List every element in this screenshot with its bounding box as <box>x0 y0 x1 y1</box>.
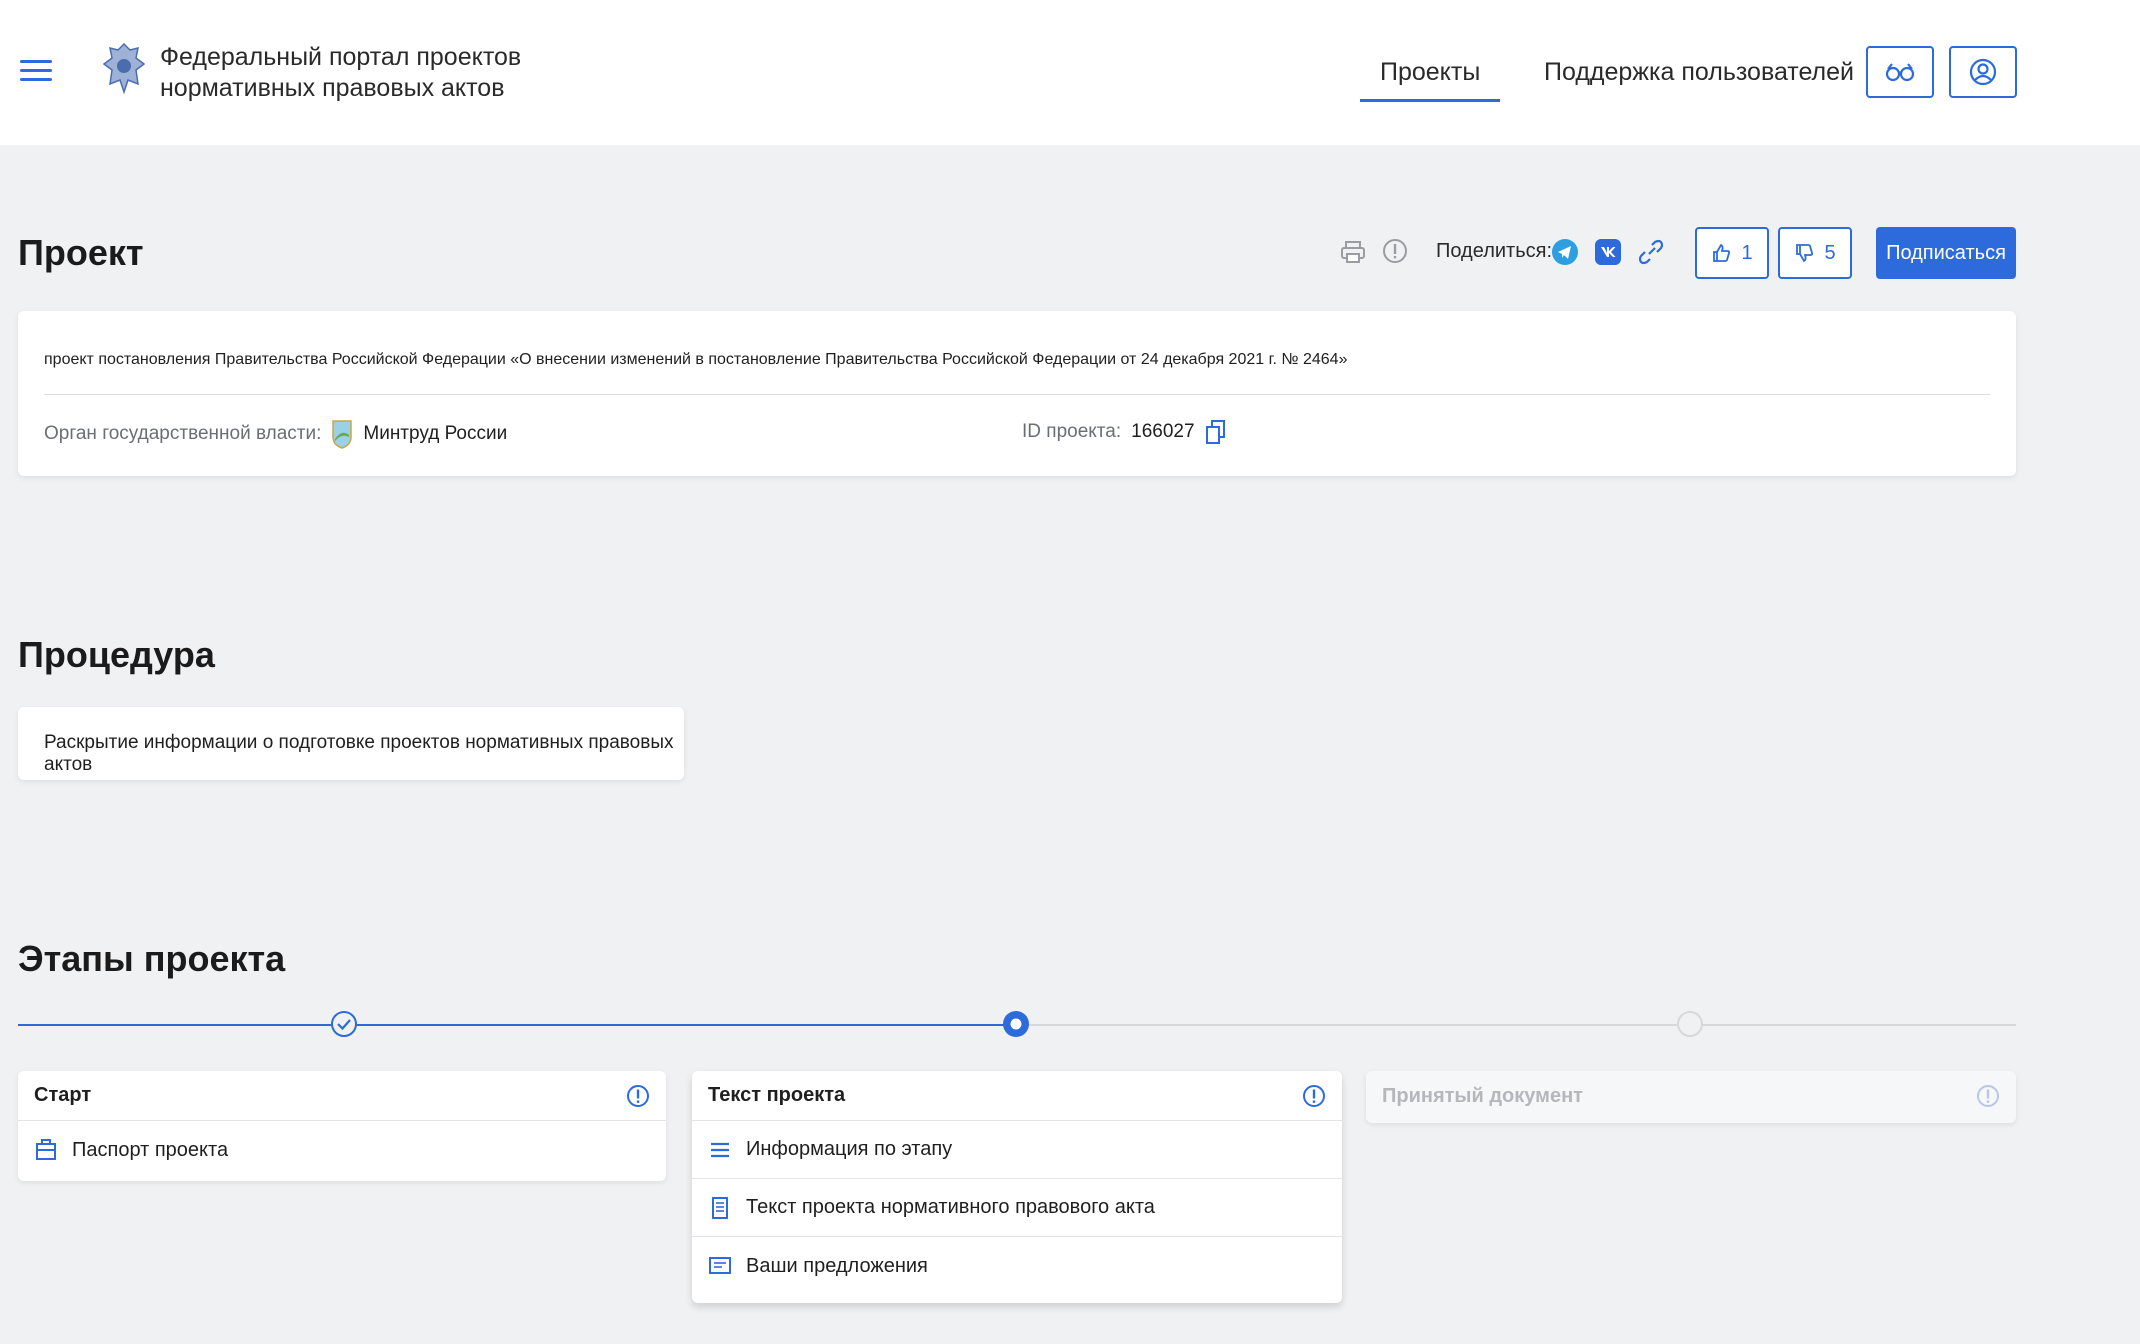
portal-title[interactable]: Федеральный портал проектов нормативных … <box>160 42 521 104</box>
info-icon[interactable] <box>1976 1084 2000 1108</box>
stage-progress-line-pending <box>1016 1024 2016 1026</box>
briefcase-icon <box>36 1139 56 1160</box>
stage-row-label: Текст проекта нормативного правового акт… <box>746 1196 1155 1218</box>
print-icon[interactable] <box>1340 240 1366 264</box>
accessibility-button[interactable] <box>1866 46 1934 98</box>
info-icon[interactable] <box>1382 238 1408 264</box>
authority-field: Орган государственной власти: Минтруд Ро… <box>44 419 507 449</box>
stage-card-start: Старт Паспорт проекта <box>18 1071 666 1181</box>
stage-progress-line-done <box>18 1024 1016 1026</box>
thumbs-up-icon <box>1713 243 1731 262</box>
share-label: Поделиться: <box>1436 240 1552 262</box>
portal-title-line1: Федеральный портал проектов <box>160 43 522 71</box>
vk-icon[interactable] <box>1594 238 1622 266</box>
like-button[interactable]: 1 <box>1695 227 1769 279</box>
stage-upcoming-marker-icon <box>1677 1011 1703 1037</box>
link-icon[interactable] <box>1637 238 1665 266</box>
procedure-card: Раскрытие информации о подготовке проект… <box>18 707 684 780</box>
project-description: проект постановления Правительства Росси… <box>44 351 1348 368</box>
stages-title: Этапы проекта <box>18 938 286 979</box>
subscribe-button[interactable]: Подписаться <box>1876 227 2016 279</box>
stage-current-marker-icon <box>1003 1011 1029 1037</box>
stage-row-passport[interactable]: Паспорт проекта <box>18 1121 666 1179</box>
stage-card-header: Принятый документ <box>1366 1071 2016 1121</box>
project-id-value: 166027 <box>1131 421 1195 442</box>
stage-name: Старт <box>34 1084 92 1106</box>
profile-button[interactable] <box>1949 46 2017 98</box>
top-header: Федеральный портал проектов нормативных … <box>0 0 2140 145</box>
menu-icon[interactable] <box>20 60 52 84</box>
copy-icon[interactable] <box>1205 419 1227 445</box>
project-title: Проект <box>18 232 144 273</box>
list-icon <box>711 1142 729 1157</box>
stage-name: Текст проекта <box>708 1084 846 1106</box>
glasses-icon <box>1885 63 1915 82</box>
stage-start-marker-check-icon <box>331 1011 357 1037</box>
user-icon <box>1969 58 1997 86</box>
authority-label: Орган государственной власти: <box>44 423 322 444</box>
document-icon <box>712 1196 728 1219</box>
dislike-count: 5 <box>1824 241 1836 264</box>
stage-row-act-text[interactable]: Текст проекта нормативного правового акт… <box>692 1179 1342 1237</box>
stage-card-header: Старт <box>18 1071 666 1121</box>
ministry-emblem-icon <box>332 420 353 449</box>
comment-icon <box>709 1257 731 1274</box>
stage-card-text: Текст проекта Информация по этапу Текст … <box>692 1071 1342 1303</box>
card-divider <box>44 394 1990 395</box>
telegram-icon[interactable] <box>1551 238 1579 266</box>
nav-projects[interactable]: Проекты <box>1360 58 1501 102</box>
stage-row-label: Паспорт проекта <box>72 1138 229 1161</box>
thumbs-down-icon <box>1796 244 1814 263</box>
stage-row-label: Информация по этапу <box>746 1138 953 1160</box>
nav-support[interactable]: Поддержка пользователей <box>1544 58 1854 87</box>
stage-row-proposals[interactable]: Ваши предложения <box>692 1237 1342 1295</box>
stage-card-adopted: Принятый документ <box>1366 1071 2016 1123</box>
project-id-label: ID проекта: <box>1022 421 1122 442</box>
info-icon[interactable] <box>1302 1084 1326 1108</box>
stage-row-label: Ваши предложения <box>746 1254 928 1277</box>
authority-value[interactable]: Минтруд России <box>363 423 507 445</box>
stage-card-header: Текст проекта <box>692 1071 1342 1121</box>
project-id-field: ID проекта: 166027 <box>1022 419 1227 445</box>
stage-row-stage-info[interactable]: Информация по этапу <box>692 1121 1342 1179</box>
stage-name: Принятый документ <box>1382 1084 1583 1107</box>
procedure-text: Раскрытие информации о подготовке проект… <box>44 732 674 775</box>
like-count: 1 <box>1741 241 1753 264</box>
dislike-button[interactable]: 5 <box>1778 227 1852 279</box>
procedure-title: Процедура <box>18 634 215 675</box>
portal-title-line2: нормативных правовых актов <box>160 74 505 102</box>
emblem-logo[interactable] <box>100 40 148 96</box>
project-info-card: проект постановления Правительства Росси… <box>18 311 2016 476</box>
info-icon[interactable] <box>626 1084 650 1108</box>
